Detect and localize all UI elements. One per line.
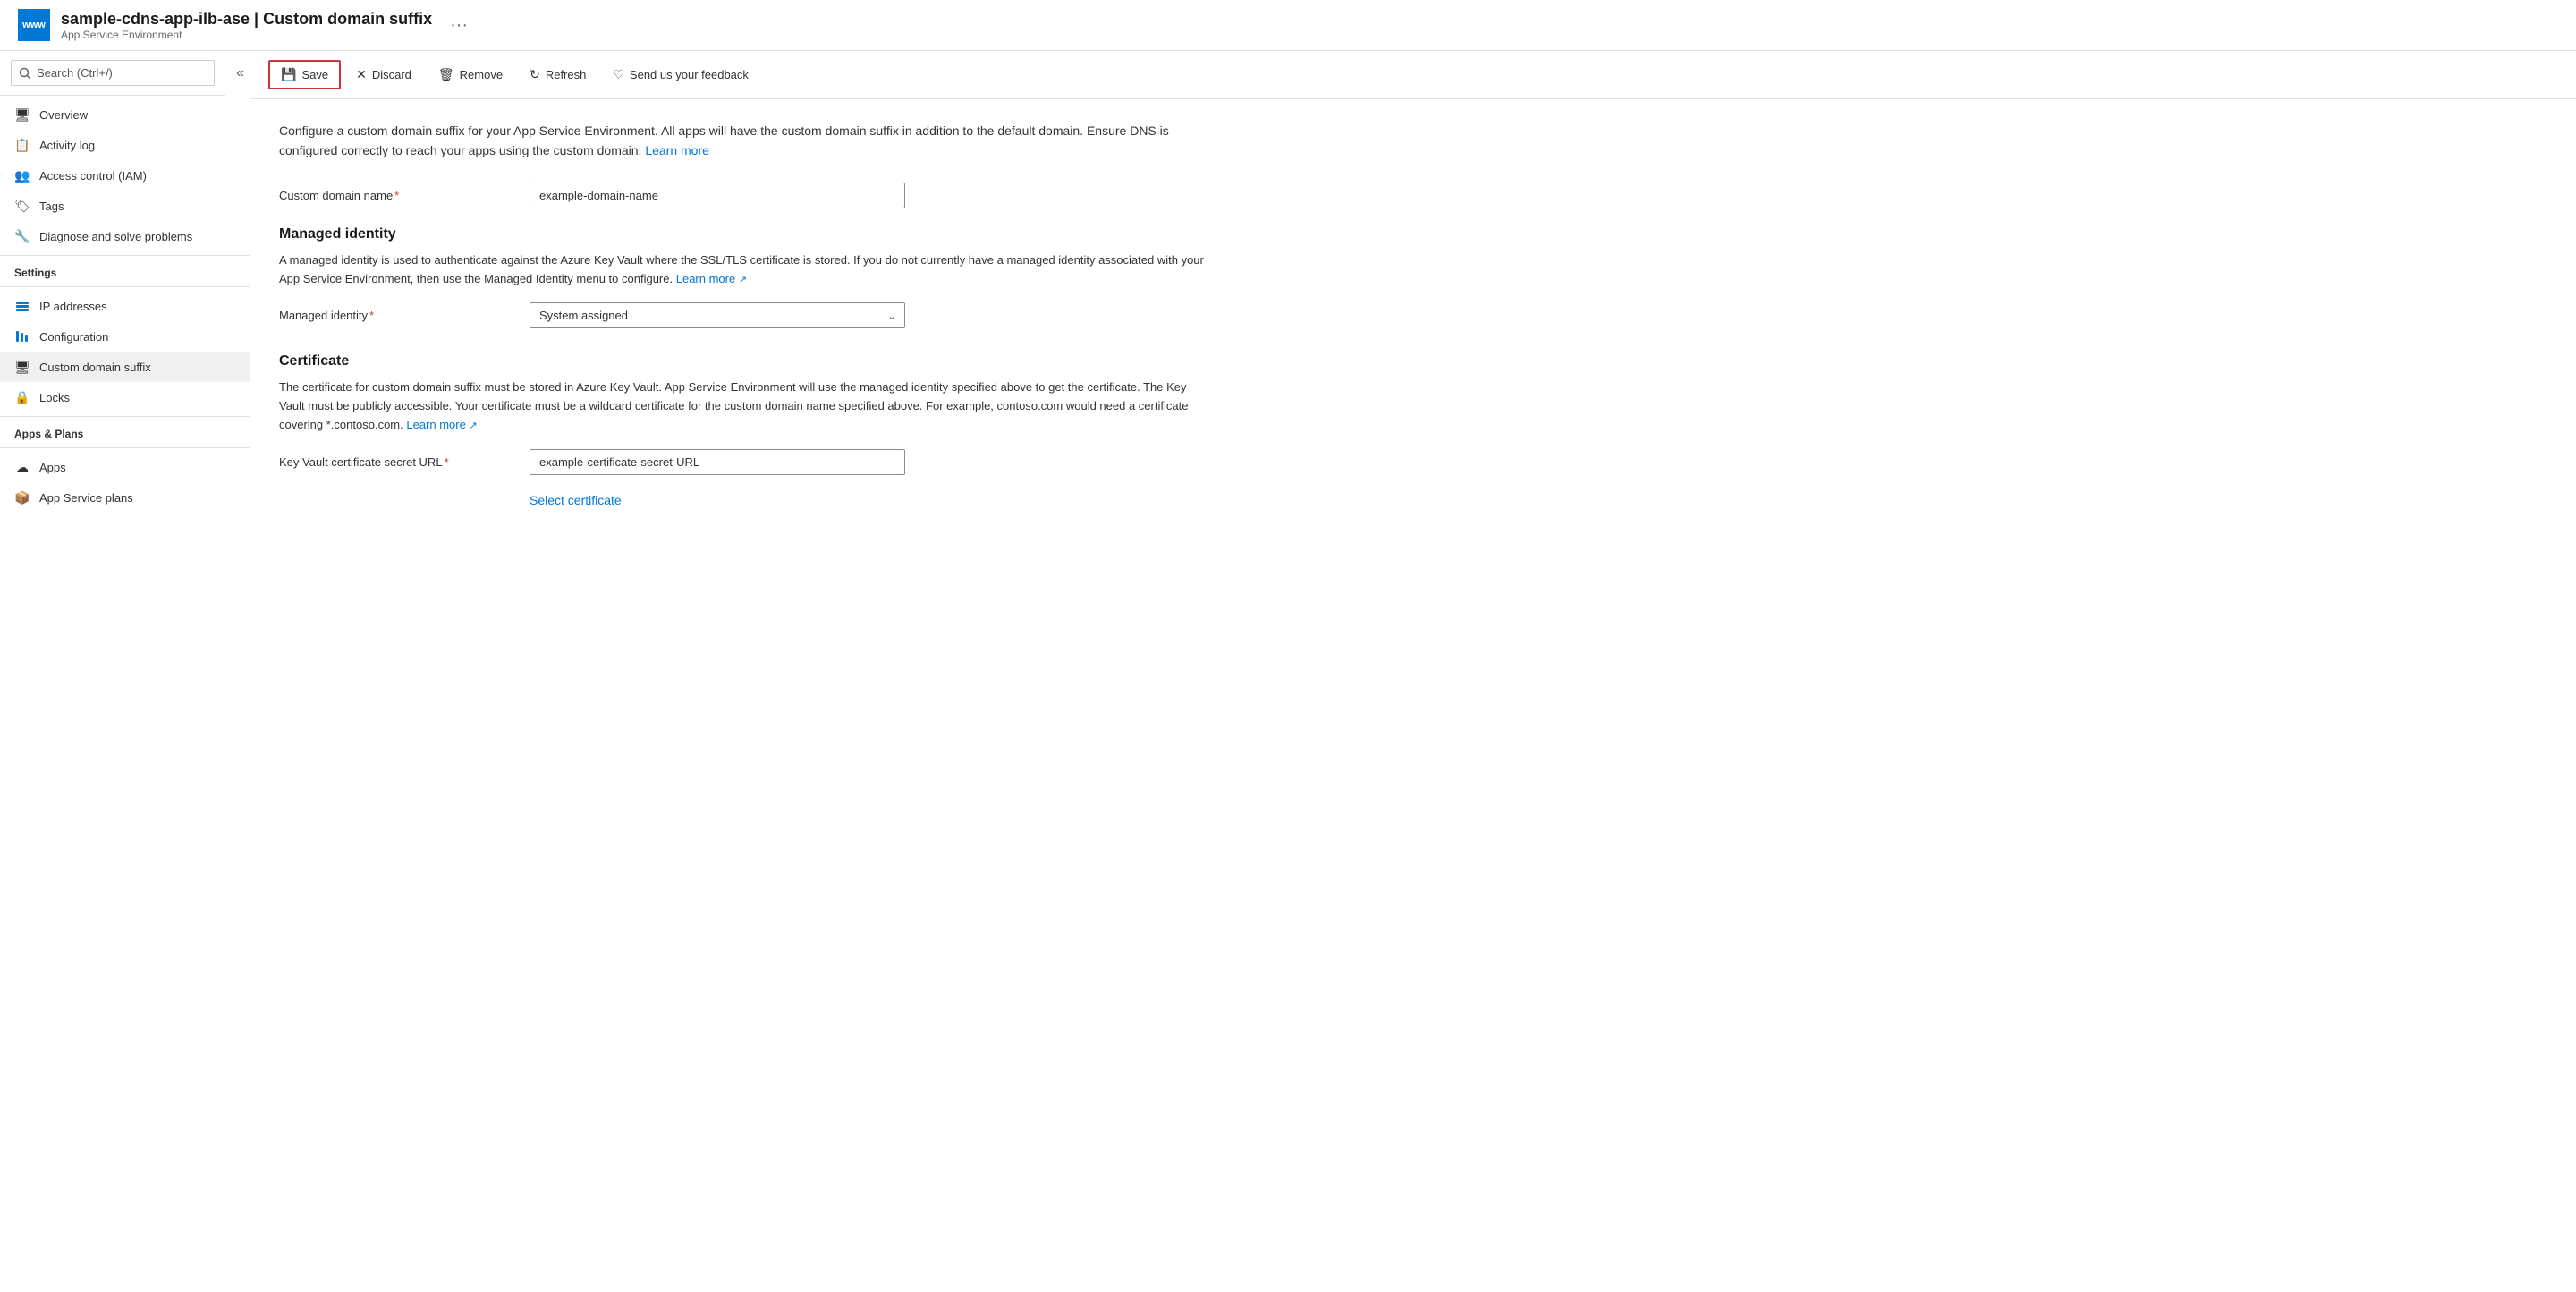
- sidebar-item-label-access-control: Access control (IAM): [39, 169, 147, 183]
- sidebar-item-label-overview: Overview: [39, 108, 88, 122]
- settings-divider: [0, 286, 250, 287]
- sidebar-item-activity-log[interactable]: 📋 Activity log: [0, 130, 250, 160]
- sidebar-item-overview[interactable]: 🖥 Overview: [0, 99, 250, 130]
- sidebar-item-label-locks: Locks: [39, 391, 70, 404]
- external-link-icon: ↗: [739, 275, 747, 285]
- header-title-group: sample-cdns-app-ilb-ase | Custom domain …: [61, 10, 432, 41]
- required-star-managed: *: [369, 309, 374, 322]
- managed-identity-section: Managed identity A managed identity is u…: [279, 226, 1206, 329]
- required-star-keyvault: *: [445, 455, 449, 469]
- refresh-button[interactable]: ↻ Refresh: [518, 61, 597, 89]
- sidebar-item-app-service-plans[interactable]: 📦 App Service plans: [0, 482, 250, 513]
- ip-icon: [14, 298, 30, 314]
- description-text: Configure a custom domain suffix for you…: [279, 121, 1206, 161]
- search-input[interactable]: [11, 60, 215, 86]
- sidebar-item-ip-addresses[interactable]: IP addresses: [0, 291, 250, 321]
- save-button[interactable]: 💾 Save: [268, 60, 341, 89]
- sidebar-item-label-activity-log: Activity log: [39, 139, 95, 152]
- sidebar-search-container: [0, 51, 225, 96]
- sidebar-item-apps[interactable]: ☁ Apps: [0, 452, 250, 482]
- page-subtitle: App Service Environment: [61, 29, 432, 41]
- certificate-title: Certificate: [279, 353, 1206, 370]
- sidebar-item-label-app-service-plans: App Service plans: [39, 491, 133, 505]
- save-icon: 💾: [281, 67, 296, 82]
- refresh-icon: ↻: [530, 67, 540, 82]
- managed-identity-title: Managed identity: [279, 226, 1206, 242]
- sidebar: « 🖥 Overview 📋 Activity log 👥 Access con…: [0, 51, 250, 1292]
- sidebar-item-configuration[interactable]: Configuration: [0, 321, 250, 352]
- access-control-icon: 👥: [14, 167, 30, 183]
- discard-button[interactable]: ✕ Discard: [344, 61, 423, 89]
- tags-icon: 🏷: [14, 198, 30, 214]
- sidebar-item-custom-domain-suffix[interactable]: 🖥 Custom domain suffix: [0, 352, 250, 382]
- sidebar-item-diagnose[interactable]: 🔧 Diagnose and solve problems: [0, 221, 250, 251]
- sidebar-collapse-button[interactable]: «: [231, 60, 250, 87]
- sidebar-item-access-control[interactable]: 👥 Access control (IAM): [0, 160, 250, 191]
- key-vault-row: Key Vault certificate secret URL*: [279, 449, 1206, 475]
- certificate-section: Certificate The certificate for custom d…: [279, 353, 1206, 506]
- app-service-plans-icon: 📦: [14, 489, 30, 506]
- managed-identity-learn-more-link[interactable]: Learn more ↗: [676, 272, 747, 285]
- select-certificate-link[interactable]: Select certificate: [530, 493, 622, 507]
- managed-identity-desc: A managed identity is used to authentica…: [279, 251, 1206, 289]
- settings-section-header: Settings: [0, 255, 250, 283]
- key-vault-input[interactable]: [530, 449, 905, 475]
- feedback-icon: ♡: [613, 67, 624, 82]
- certificate-learn-more-link[interactable]: Learn more ↗: [406, 418, 477, 431]
- custom-domain-icon: 🖥: [14, 359, 30, 375]
- apps-icon: ☁: [14, 459, 30, 475]
- configuration-icon: [14, 328, 30, 344]
- diagnose-icon: 🔧: [14, 228, 30, 244]
- sidebar-item-label-diagnose: Diagnose and solve problems: [39, 230, 192, 243]
- managed-identity-select[interactable]: System assigned User assigned: [530, 302, 905, 328]
- key-vault-label: Key Vault certificate secret URL*: [279, 455, 530, 469]
- sidebar-item-locks[interactable]: 🔒 Locks: [0, 382, 250, 412]
- sidebar-item-label-tags: Tags: [39, 200, 64, 213]
- sidebar-item-label-configuration: Configuration: [39, 330, 108, 344]
- main-layout: « 🖥 Overview 📋 Activity log 👥 Access con…: [0, 51, 2576, 1292]
- sidebar-search-row: «: [0, 51, 250, 96]
- app-icon: www: [18, 9, 50, 41]
- sidebar-item-label-ip: IP addresses: [39, 300, 107, 313]
- custom-domain-name-input[interactable]: [530, 183, 905, 208]
- sidebar-item-label-apps: Apps: [39, 461, 66, 474]
- required-star-domain: *: [394, 189, 399, 202]
- more-options-button[interactable]: ···: [450, 15, 468, 36]
- managed-identity-label: Managed identity*: [279, 309, 530, 322]
- apps-divider: [0, 447, 250, 448]
- managed-identity-row: Managed identity* System assigned User a…: [279, 302, 1206, 328]
- custom-domain-name-label: Custom domain name*: [279, 189, 530, 202]
- description-learn-more-link[interactable]: Learn more: [645, 143, 709, 157]
- overview-icon: 🖥: [14, 106, 30, 123]
- page-title: sample-cdns-app-ilb-ase | Custom domain …: [61, 10, 432, 29]
- discard-icon: ✕: [356, 67, 367, 82]
- sidebar-navigation: 🖥 Overview 📋 Activity log 👥 Access contr…: [0, 96, 250, 516]
- remove-icon: 🗑: [438, 67, 454, 82]
- certificate-external-link-icon: ↗: [469, 421, 477, 431]
- toolbar: 💾 Save ✕ Discard 🗑 Remove ↻ Refresh ♡ Se…: [250, 51, 2576, 99]
- apps-section-header: Apps & Plans: [0, 416, 250, 444]
- custom-domain-name-row: Custom domain name*: [279, 183, 1206, 208]
- managed-identity-select-wrapper: System assigned User assigned ⌄: [530, 302, 905, 328]
- sidebar-item-tags[interactable]: 🏷 Tags: [0, 191, 250, 221]
- feedback-button[interactable]: ♡ Send us your feedback: [601, 61, 760, 89]
- locks-icon: 🔒: [14, 389, 30, 405]
- activity-log-icon: 📋: [14, 137, 30, 153]
- sidebar-item-label-custom-domain: Custom domain suffix: [39, 361, 151, 374]
- page-header: www sample-cdns-app-ilb-ase | Custom dom…: [0, 0, 2576, 51]
- main-content: 💾 Save ✕ Discard 🗑 Remove ↻ Refresh ♡ Se…: [250, 51, 2576, 1292]
- remove-button[interactable]: 🗑 Remove: [427, 61, 514, 89]
- certificate-desc: The certificate for custom domain suffix…: [279, 378, 1206, 434]
- select-certificate-row: Select certificate: [279, 493, 1206, 507]
- form-content: Configure a custom domain suffix for you…: [250, 99, 1234, 554]
